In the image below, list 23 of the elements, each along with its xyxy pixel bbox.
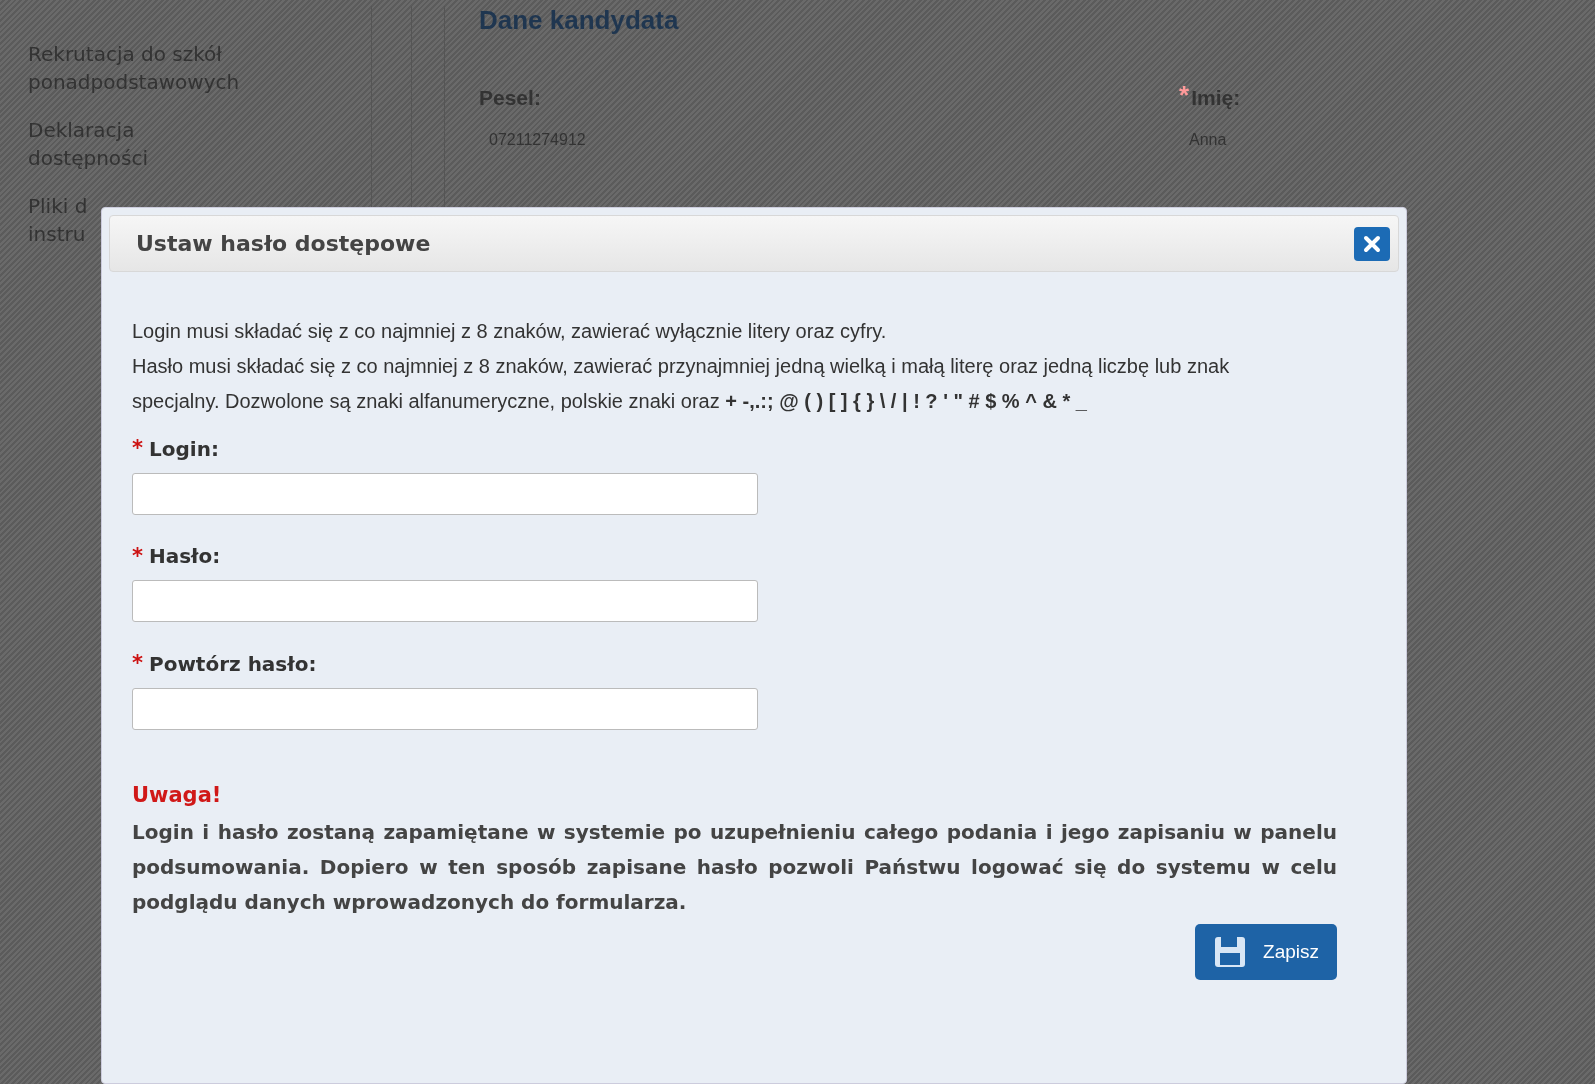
required-asterisk: * — [1179, 82, 1190, 108]
sidebar-item[interactable]: Rekrutacja do szkół ponadpodstawowych — [8, 6, 371, 106]
warning-text: Login i hasło zostaną zapamiętane w systemie po uzupełnieniu całego podania i jego zapisaniu w panelu podsumowania. Dopiero w ten sposób zapisane hasło pozwoli Państwu logować się do systemu w celu podglądu danych wprowadzonych do formularza. — [132, 819, 1337, 916]
close-icon — [1363, 234, 1381, 253]
close-button[interactable] — [1354, 226, 1390, 261]
field-label: Pesel: — [479, 85, 541, 111]
field-label: Hasło: — [149, 543, 221, 571]
field-label: Powtórz hasło: — [149, 650, 317, 678]
warning-title: Uwaga! — [132, 781, 223, 809]
dialog-title: Ustaw hasło dostępowe — [136, 230, 431, 258]
field-label: Imię: — [1191, 85, 1241, 111]
required-asterisk: * — [132, 435, 143, 462]
rule-text: Hasło musi składać się z co najmniej z 8 znaków, zawierać przynajmniej jedną wielką i małą literę oraz jedną liczbę lub znak specjalny. Dozwolone są znaki alfanumeryczne, polskie znaki oraz + -,.:; @ ( ) [ ] { } \ / | ! ? ' " # $ % ^ & * _ — [132, 354, 1231, 414]
save-button[interactable]: Zapisz — [1195, 924, 1337, 980]
input-field[interactable] — [132, 580, 758, 622]
required-asterisk: * — [132, 650, 143, 677]
field-value: 07211274912 — [489, 129, 587, 150]
input-field[interactable] — [132, 472, 758, 515]
field-label: Login: — [149, 435, 219, 463]
section-heading: Dane kandydata — [479, 4, 679, 36]
required-asterisk: * — [132, 542, 143, 570]
rule-text: Login musi składać się z co najmniej z 8 znaków, zawierać wyłącznie litery oraz cyfry. — [132, 319, 888, 344]
input-field[interactable] — [132, 687, 758, 730]
